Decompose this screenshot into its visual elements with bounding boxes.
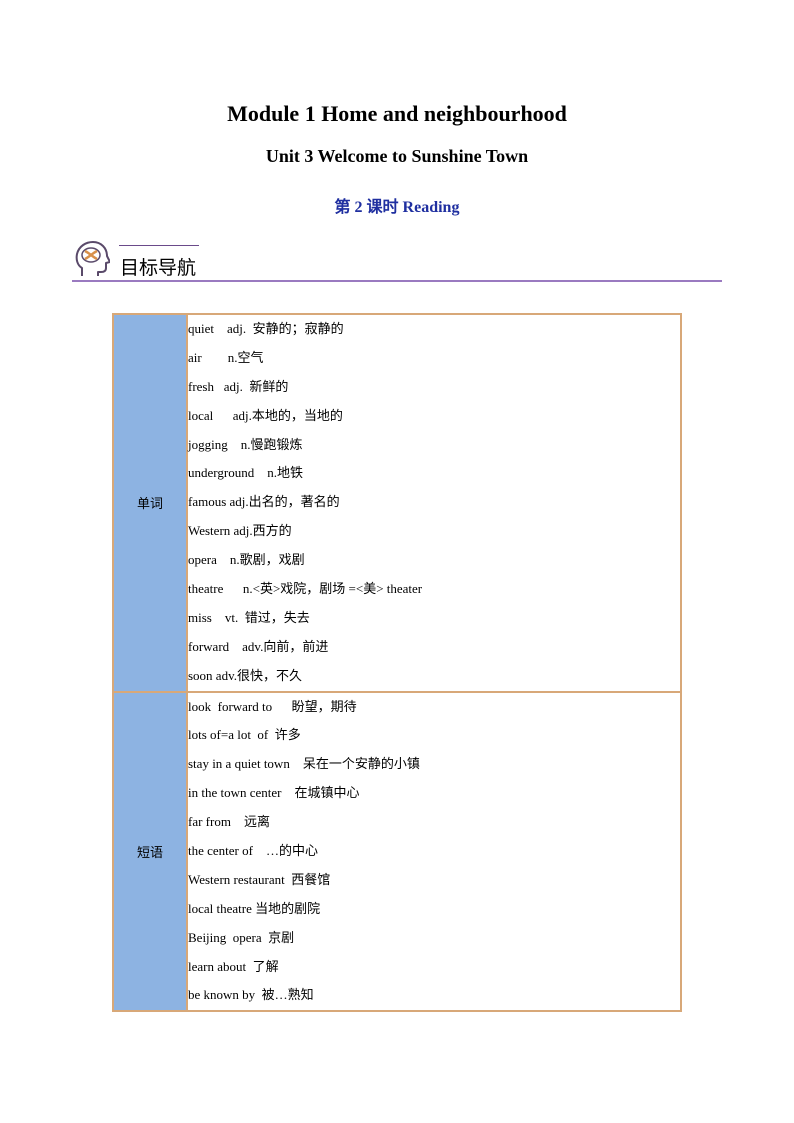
list-item: local theatre 当地的剧院 [188, 900, 321, 916]
list-item: lots of=a lot of 许多 [188, 727, 301, 743]
list-item: stay in a quiet town 呆在一个安静的小镇 [188, 756, 420, 772]
list-item: look forward to 盼望，期待 [188, 698, 357, 714]
section-header: 目标导航 [72, 240, 722, 284]
brain-head-icon [74, 240, 111, 280]
list-item: soon adv.很快，不久 [188, 667, 302, 683]
category-cell: 单词 [112, 313, 188, 693]
category-cell: 短语 [112, 690, 188, 1013]
items-cell: look forward to 盼望，期待 lots of=a lot of 许… [186, 690, 682, 1013]
list-item: be known by 被…熟知 [188, 987, 314, 1003]
list-item: far from 远离 [188, 814, 270, 830]
module-title: Module 1 Home and neighbourhood [227, 101, 567, 126]
list-item: Western restaurant 西餐馆 [188, 871, 331, 887]
list-item: opera n.歌剧，戏剧 [188, 552, 305, 568]
list-item: famous adj.出名的，著名的 [188, 494, 340, 510]
list-item: theatre n.<英>戏院，剧场 =<美> theater [188, 581, 423, 597]
section-title: 目标导航 [120, 257, 197, 279]
header-divider [72, 280, 722, 282]
items-cell: quiet adj. 安静的；寂静的 air n.空气 fresh adj. 新… [186, 313, 682, 693]
list-item: local adj.本地的，当地的 [188, 407, 343, 423]
unit-title: Unit 3 Welcome to Sunshine Town [265, 146, 529, 166]
list-item: Beijing opera 京剧 [188, 929, 295, 945]
list-item: fresh adj. 新鲜的 [188, 378, 289, 394]
list-item: learn about 了解 [188, 958, 279, 974]
list-item: forward adv.向前，前进 [188, 638, 329, 654]
list-item: in the town center 在城镇中心 [188, 785, 360, 801]
list-item: the center of …的中心 [188, 843, 318, 859]
list-item: quiet adj. 安静的；寂静的 [188, 321, 344, 336]
vocabulary-table: 单词 quiet adj. 安静的；寂静的 air n.空气 fresh adj… [112, 313, 682, 1013]
table-row-words: 单词 quiet adj. 安静的；寂静的 air n.空气 fresh adj… [112, 313, 682, 693]
list-item: jogging n.慢跑锻炼 [188, 436, 303, 452]
list-item: underground n.地铁 [188, 465, 303, 481]
table-row-phrases: 短语 look forward to 盼望，期待 lots of=a lot o… [112, 690, 682, 1013]
list-item: Western adj.西方的 [188, 523, 292, 539]
list-item: air n.空气 [188, 349, 264, 365]
lesson-title: 第 2 课时 Reading [334, 199, 460, 216]
header-top-line [119, 245, 199, 246]
list-item: miss vt. 错过，失去 [188, 609, 310, 625]
